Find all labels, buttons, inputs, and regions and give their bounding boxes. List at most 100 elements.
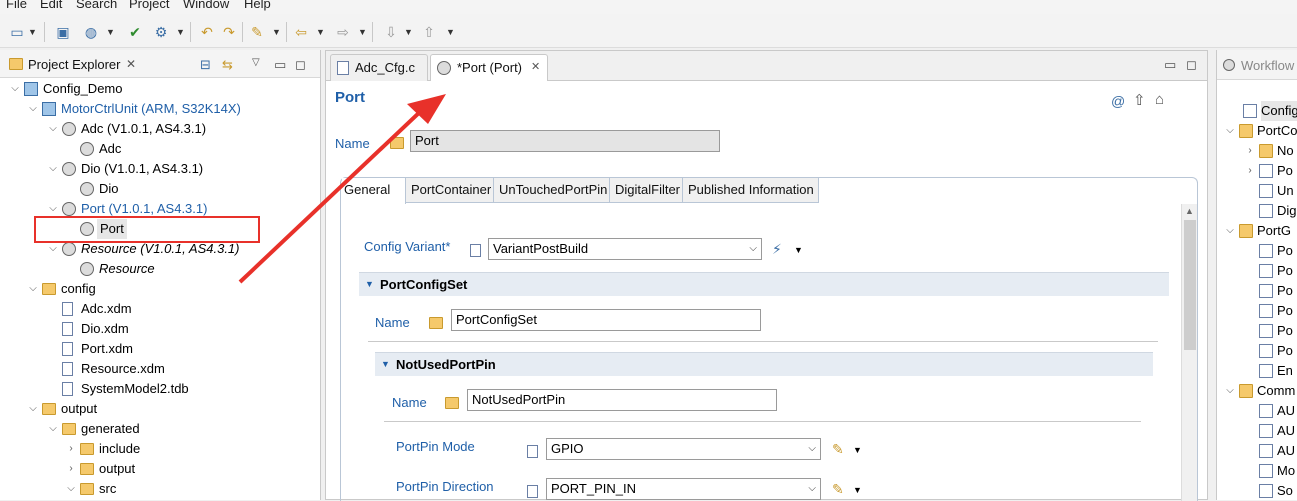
portconfigset-name-field[interactable]: PortConfigSet (451, 309, 761, 331)
expand-open-icon[interactable]: ⌵ (10, 79, 20, 99)
workflow-item[interactable]: AU (1217, 401, 1297, 421)
tree-item[interactable]: ⌵ src (0, 479, 320, 499)
tree-item[interactable]: Resource.xdm (0, 359, 320, 379)
globe-icon[interactable]: ◍ (82, 23, 100, 41)
pin-dropdown-icon[interactable]: ▼ (272, 23, 281, 41)
workflow-item[interactable]: Un (1217, 181, 1297, 201)
workflow-item[interactable]: Po (1217, 281, 1297, 301)
workflow-item[interactable]: ⌵ PortG (1217, 221, 1297, 241)
globe-dropdown-icon[interactable]: ▼ (106, 23, 115, 41)
subtab-portcontainer[interactable]: PortContainer (406, 178, 494, 203)
menu-project[interactable]: Project (129, 0, 169, 11)
workflow-item[interactable]: Po (1217, 321, 1297, 341)
tree-item[interactable]: ⌵ Config_Demo (0, 79, 320, 99)
view-menu-icon[interactable]: ▽ (252, 57, 260, 68)
tree-item[interactable]: ⌵ generated (0, 419, 320, 439)
variant-options-icon[interactable]: ⚡ (772, 241, 782, 258)
subtab-published-information[interactable]: Published Information (683, 178, 819, 203)
expand-open-icon[interactable]: ⌵ (48, 119, 58, 139)
expand-closed-icon[interactable]: › (66, 439, 76, 459)
workflow-item[interactable]: Po (1217, 341, 1297, 361)
tree-item[interactable]: ⌵ Dio (V1.0.1, AS4.3.1) (0, 159, 320, 179)
close-icon[interactable]: ✕ (531, 60, 540, 73)
notusedportpin-section[interactable]: ▼ NotUsedPortPin (375, 352, 1153, 376)
menu-edit[interactable]: Edit (40, 0, 62, 11)
tree-item[interactable]: Dio (0, 179, 320, 199)
tree-item[interactable]: Dio.xdm (0, 319, 320, 339)
menu-window[interactable]: Window (183, 0, 229, 11)
undo-icon[interactable]: ↶ (198, 23, 216, 41)
expand-open-icon[interactable]: ⌵ (28, 279, 38, 299)
expand-closed-icon[interactable]: › (1245, 141, 1255, 161)
pin-icon[interactable]: ✎ (248, 23, 266, 41)
notusedportpin-name-field[interactable]: NotUsedPortPin (467, 389, 777, 411)
save-icon[interactable]: ▣ (54, 23, 72, 41)
workflow-item[interactable]: › Po (1217, 161, 1297, 181)
expand-open-icon[interactable]: ⌵ (28, 399, 38, 419)
tree-item[interactable]: ⌵ config (0, 279, 320, 299)
menu-file[interactable]: File (6, 0, 27, 11)
up-icon[interactable]: ⇧ (1133, 91, 1146, 109)
expand-closed-icon[interactable]: › (66, 459, 76, 479)
tab-adc-cfg[interactable]: Adc_Cfg.c (330, 54, 428, 81)
expand-open-icon[interactable]: ⌵ (28, 99, 38, 119)
close-icon[interactable]: ✕ (126, 57, 136, 71)
name-field[interactable]: Port (410, 130, 720, 152)
tree-item[interactable]: SystemModel2.tdb (0, 379, 320, 399)
collapse-icon[interactable]: ▼ (365, 273, 374, 296)
prev-annotation-icon[interactable]: ⇧ (420, 23, 438, 41)
generate-dropdown-icon[interactable]: ▼ (176, 23, 185, 41)
prev-annotation-dropdown-icon[interactable]: ▼ (446, 23, 455, 41)
workflow-item[interactable]: Dig (1217, 201, 1297, 221)
forward-icon[interactable]: ⇨ (334, 23, 352, 41)
vertical-scrollbar[interactable]: ▲ (1181, 204, 1197, 501)
workflow-item[interactable]: Config (1217, 101, 1297, 121)
forward-dropdown-icon[interactable]: ▼ (358, 23, 367, 41)
tree-item[interactable]: › include (0, 439, 320, 459)
verify-icon[interactable]: ✔ (126, 23, 144, 41)
portconfigset-section[interactable]: ▼ PortConfigSet (359, 272, 1169, 296)
workflow-item[interactable]: Po (1217, 241, 1297, 261)
workflow-title[interactable]: Workflow (1241, 58, 1294, 73)
expand-open-icon[interactable]: ⌵ (66, 479, 76, 499)
variant-options-dropdown-icon[interactable]: ▼ (794, 245, 803, 255)
generate-icon[interactable]: ⚙ (152, 23, 170, 41)
new-icon[interactable]: ▭ (8, 23, 26, 41)
at-icon[interactable]: @ (1111, 93, 1125, 109)
menu-search[interactable]: Search (76, 0, 117, 11)
tree-item[interactable]: ⌵ MotorCtrlUnit (ARM, S32K14X) (0, 99, 320, 119)
edit-dropdown-icon[interactable]: ▼ (853, 485, 862, 495)
workflow-item[interactable]: AU (1217, 421, 1297, 441)
expand-open-icon[interactable]: ⌵ (1225, 221, 1235, 241)
redo-icon[interactable]: ↷ (220, 23, 238, 41)
menu-help[interactable]: Help (244, 0, 271, 11)
back-icon[interactable]: ⇦ (292, 23, 310, 41)
tree-item[interactable]: Adc.xdm (0, 299, 320, 319)
tree-item[interactable]: Resource (0, 259, 320, 279)
workflow-item[interactable]: So (1217, 481, 1297, 501)
subtab-digitalfilter[interactable]: DigitalFilter (610, 178, 683, 203)
edit-pencil-icon[interactable]: ✎ (832, 441, 844, 458)
new-dropdown-icon[interactable]: ▼ (28, 23, 37, 41)
minimize-icon[interactable]: ▭ (1164, 57, 1176, 73)
edit-dropdown-icon[interactable]: ▼ (853, 445, 862, 455)
collapse-icon[interactable]: ▼ (381, 353, 390, 376)
expand-open-icon[interactable]: ⌵ (1225, 381, 1235, 401)
workflow-item[interactable]: › No (1217, 141, 1297, 161)
scroll-up-icon[interactable]: ▲ (1185, 206, 1194, 216)
workflow-item[interactable]: Po (1217, 301, 1297, 321)
tree-item[interactable]: ⌵ output (0, 399, 320, 419)
pin-mode-select[interactable]: GPIO ⌵ (546, 438, 821, 460)
expand-open-icon[interactable]: ⌵ (48, 419, 58, 439)
home-icon[interactable]: ⌂ (1155, 91, 1164, 108)
maximize-icon[interactable]: ◻ (295, 57, 306, 73)
workflow-item[interactable]: En (1217, 361, 1297, 381)
pin-direction-select[interactable]: PORT_PIN_IN ⌵ (546, 478, 821, 500)
workflow-item[interactable]: AU (1217, 441, 1297, 461)
subtab-general[interactable]: General (342, 178, 406, 204)
edit-pencil-icon[interactable]: ✎ (832, 481, 844, 498)
config-variant-select[interactable]: VariantPostBuild ⌵ (488, 238, 762, 260)
tree-item[interactable]: Adc (0, 139, 320, 159)
workflow-item[interactable]: ⌵ Comm (1217, 381, 1297, 401)
next-annotation-dropdown-icon[interactable]: ▼ (404, 23, 413, 41)
